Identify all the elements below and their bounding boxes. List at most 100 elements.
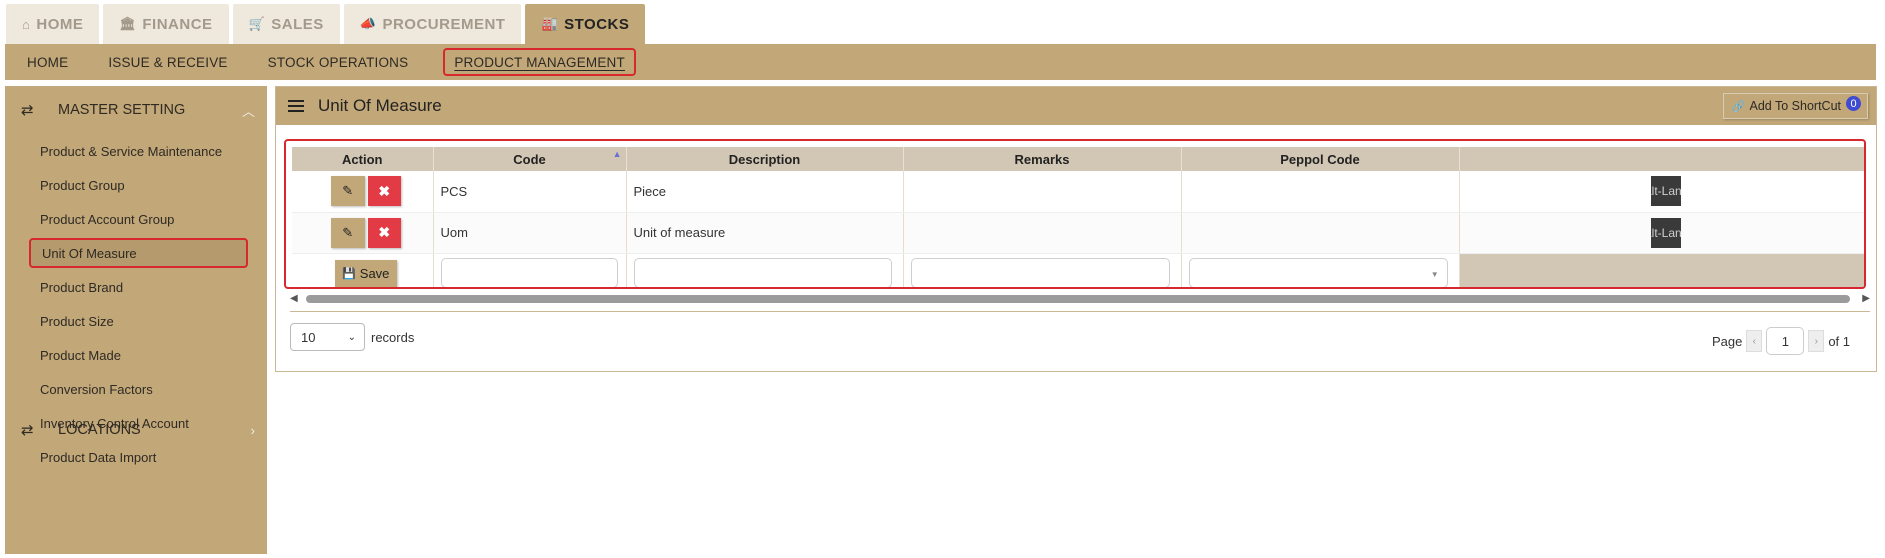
col-action[interactable]: Action	[292, 147, 434, 171]
edit-button[interactable]: ✎	[330, 176, 365, 207]
tab-label: PROCUREMENT	[382, 15, 506, 33]
peppol-cell	[1181, 171, 1460, 213]
section-title: LOCATIONS	[58, 422, 141, 438]
table-row[interactable]: ✎ ✖ Uom Unit of measure Alt-Lang	[292, 212, 1864, 254]
action-cell: 💾 Save	[292, 253, 434, 287]
scroll-thumb[interactable]	[306, 295, 1850, 303]
menu-icon[interactable]	[288, 100, 304, 112]
alt-lang-button[interactable]: Alt-Lang	[1651, 176, 1681, 207]
peppol-cell	[1181, 212, 1460, 254]
sidebar-item-product-account-group[interactable]: Product Account Group	[5, 202, 267, 236]
delete-button[interactable]: ✖	[367, 217, 401, 248]
save-label: Save	[359, 265, 390, 281]
edit-button[interactable]: ✎	[330, 217, 365, 248]
action-cell: ✎ ✖	[292, 212, 434, 254]
divider	[290, 311, 1870, 312]
chevron-right-icon: ›	[250, 422, 255, 438]
remarks-input[interactable]	[910, 258, 1170, 287]
shortcut-label: Add To ShortCut	[1749, 99, 1842, 113]
scroll-right-icon[interactable]: ▶	[1862, 293, 1870, 304]
subnav-product-management[interactable]: PRODUCT MANAGEMENT	[443, 48, 636, 76]
bullhorn-icon: 📣	[359, 16, 377, 31]
code-input-cell	[433, 253, 627, 287]
caret-down-icon: ▼	[1430, 270, 1439, 279]
page-size-select[interactable]: 10 ⌄	[290, 323, 365, 351]
sort-asc-icon: ▲	[612, 149, 622, 159]
col-language	[1459, 147, 1864, 171]
uom-table: Action Code ▲ Description Remarks Peppol …	[292, 147, 1864, 287]
page-size-value: 10	[301, 329, 316, 345]
sidebar-item-product-service-maintenance[interactable]: Product & Service Maintenance	[5, 134, 267, 168]
peppol-code-select[interactable]: ▼	[1188, 258, 1448, 287]
peppol-select-cell: ▼	[1181, 253, 1460, 287]
page-total-label: of 1	[1828, 333, 1850, 349]
col-remarks[interactable]: Remarks	[903, 147, 1182, 171]
description-input[interactable]	[633, 258, 892, 287]
next-page-button[interactable]: ›	[1808, 330, 1825, 352]
tab-sales[interactable]: 🛒 SALES	[232, 4, 340, 44]
sidebar-item-product-brand[interactable]: Product Brand	[5, 270, 267, 304]
unit-of-measure-panel: Unit Of Measure 🔗 Add To ShortCut 0 Acti…	[275, 86, 1877, 372]
sidebar-item-product-size[interactable]: Product Size	[5, 304, 267, 338]
module-tabs: ⌂ HOME 🏛 FINANCE 🛒 SALES 📣 PROCUREMENT 🏭 STOC…	[0, 0, 1885, 44]
code-cell: PCS	[433, 171, 627, 213]
industry-icon: 🏭	[541, 16, 559, 31]
chevron-up-icon: ︿	[241, 103, 255, 119]
code-input[interactable]	[440, 258, 619, 287]
description-input-cell	[626, 253, 904, 287]
chevron-left-icon: ‹	[1752, 335, 1756, 347]
sidebar: ⇄ MASTER SETTING ︿ Product & Service Mai…	[5, 86, 267, 554]
tab-label: SALES	[271, 15, 324, 33]
page-title: Unit Of Measure	[318, 96, 442, 115]
page-size-control: 10 ⌄ records	[290, 323, 414, 351]
table-row[interactable]: ✎ ✖ PCS Piece Alt-Lang	[292, 171, 1864, 213]
subnav-issue-receive[interactable]: ISSUE & RECEIVE	[103, 48, 244, 76]
tab-label: STOCKS	[564, 15, 630, 33]
lang-cell: Alt-Lang	[1459, 212, 1864, 254]
uom-grid: Action Code ▲ Description Remarks Peppol …	[284, 139, 1866, 289]
cart-icon: 🛒	[248, 16, 266, 31]
sidebar-item-product-made[interactable]: Product Made	[5, 338, 267, 372]
sidebar-item-conversion-factors[interactable]: Conversion Factors	[5, 372, 267, 406]
panel-header: Unit Of Measure 🔗 Add To ShortCut 0	[276, 87, 1876, 125]
exchange-icon: ⇄	[21, 422, 34, 439]
edit-icon: ✎	[342, 183, 354, 199]
horizontal-scrollbar[interactable]: ◀ ▶	[290, 293, 1870, 305]
tab-procurement[interactable]: 📣 PROCUREMENT	[343, 4, 522, 44]
sidebar-section-master-setting[interactable]: ⇄ MASTER SETTING ︿	[5, 86, 267, 134]
sidebar-item-product-group[interactable]: Product Group	[5, 168, 267, 202]
subnav-stock-operations[interactable]: STOCK OPERATIONS	[263, 48, 426, 76]
alt-lang-button[interactable]: Alt-Lang	[1651, 217, 1681, 248]
tab-stocks[interactable]: 🏭 STOCKS	[525, 4, 646, 44]
home-icon: ⌂	[22, 16, 31, 32]
tab-home[interactable]: ⌂ HOME	[6, 4, 100, 44]
close-icon: ✖	[378, 224, 391, 240]
save-button[interactable]: 💾 Save	[334, 259, 397, 287]
add-to-shortcut-button[interactable]: 🔗 Add To ShortCut 0	[1722, 93, 1868, 119]
new-entry-row: 💾 Save ▼	[292, 253, 1864, 287]
tab-finance[interactable]: 🏛 FINANCE	[103, 4, 229, 44]
col-peppol-code[interactable]: Peppol Code	[1181, 147, 1460, 171]
col-code[interactable]: Code ▲	[433, 147, 627, 171]
section-title: MASTER SETTING	[58, 102, 186, 118]
shortcut-count-badge: 0	[1846, 96, 1861, 111]
scroll-left-icon[interactable]: ◀	[290, 293, 298, 304]
subnav-home[interactable]: HOME	[22, 48, 85, 76]
close-icon: ✖	[378, 182, 391, 199]
bank-icon: 🏛	[119, 16, 137, 31]
delete-button[interactable]: ✖	[367, 176, 401, 207]
records-label: records	[371, 329, 415, 345]
description-cell: Piece	[626, 171, 904, 213]
remarks-cell	[903, 171, 1182, 213]
sidebar-item-unit-of-measure[interactable]: Unit Of Measure	[29, 238, 248, 268]
col-code-label: Code	[513, 151, 546, 167]
sidebar-section-locations[interactable]: ⇄ LOCATIONS ›	[5, 406, 267, 454]
prev-page-button[interactable]: ‹	[1746, 330, 1763, 352]
save-icon: 💾	[342, 267, 356, 280]
col-description[interactable]: Description	[626, 147, 904, 171]
lang-cell: Alt-Lang	[1459, 171, 1864, 213]
exchange-icon: ⇄	[21, 102, 34, 119]
tab-label: HOME	[36, 15, 84, 33]
page-number-input[interactable]: 1	[1766, 327, 1805, 355]
remarks-cell	[903, 212, 1182, 254]
